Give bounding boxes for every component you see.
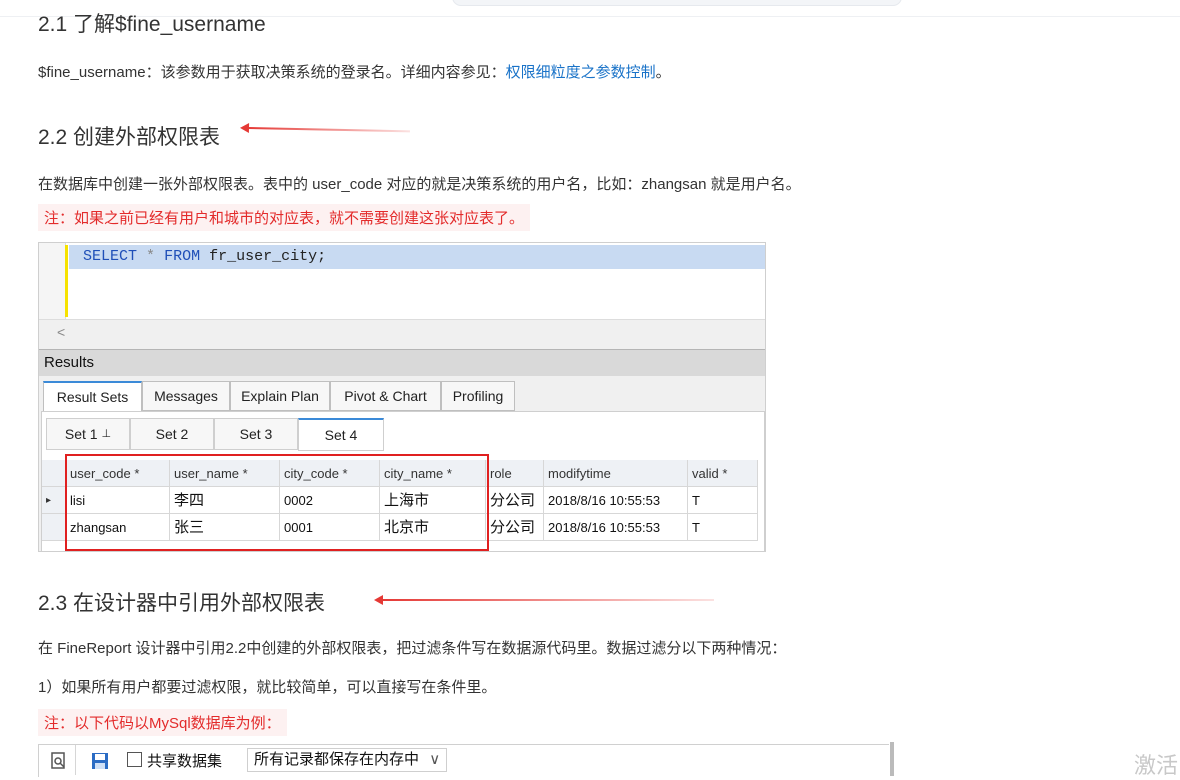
- section-21-heading: 2.1 了解$fine_username: [38, 13, 266, 36]
- red-highlight-box: [65, 454, 489, 551]
- tab-pivot-chart[interactable]: Pivot & Chart: [330, 381, 441, 411]
- table-cell[interactable]: 分公司: [486, 487, 544, 514]
- scroll-left-icon[interactable]: <: [57, 324, 65, 340]
- results-title: Results: [39, 349, 765, 376]
- sql-line[interactable]: SELECT * FROM fr_user_city;: [69, 245, 765, 269]
- sql-from-keyword: FROM: [164, 248, 201, 265]
- search-pill[interactable]: [452, 0, 902, 6]
- section-21-desc-prefix: $fine_username：该参数用于获取决策系统的登录名。详细内容参见：: [38, 64, 506, 81]
- tab-profiling[interactable]: Profiling: [441, 381, 515, 411]
- record-storage-value: 所有记录都保存在内存中: [254, 751, 420, 768]
- column-header[interactable]: role: [486, 460, 544, 487]
- tab-result-sets[interactable]: Result Sets: [43, 381, 142, 412]
- share-dataset-label: 共享数据集: [147, 753, 223, 770]
- section-23-note: 注：以下代码以MySql数据库为例：: [38, 709, 287, 736]
- sql-tool-screenshot: SELECT * FROM fr_user_city; < Results Re…: [38, 242, 766, 552]
- current-row-marker[interactable]: ▸: [42, 487, 66, 514]
- designer-toolbar: 共享数据集 所有记录都保存在内存中 ∨: [38, 744, 889, 777]
- section-23-item-1: 1）如果所有用户都要过滤权限，就比较简单，可以直接写在条件里。: [38, 679, 497, 696]
- record-storage-select[interactable]: 所有记录都保存在内存中 ∨: [247, 748, 448, 772]
- pin-icon[interactable]: ⊥: [102, 428, 112, 440]
- table-cell[interactable]: T: [688, 514, 758, 541]
- editor-gutter: [39, 243, 66, 323]
- save-icon[interactable]: [91, 752, 109, 774]
- table-cell[interactable]: 2018/8/16 10:55:53: [544, 487, 688, 514]
- section-21-desc-suffix: 。: [655, 64, 671, 81]
- activate-watermark: 激活: [1134, 753, 1179, 778]
- set-tab-1-label: Set 1: [64, 426, 98, 442]
- table-cell[interactable]: 分公司: [486, 514, 544, 541]
- chevron-down-icon[interactable]: ∨: [429, 751, 440, 768]
- row-header-corner: [42, 460, 66, 487]
- table-cell[interactable]: 2018/8/16 10:55:53: [544, 514, 688, 541]
- preview-icon[interactable]: [51, 752, 67, 774]
- row-header[interactable]: [42, 514, 66, 541]
- horizontal-scrollbar[interactable]: <: [39, 319, 765, 348]
- sql-star: *: [146, 248, 156, 265]
- section-23-heading: 2.3 在设计器中引用外部权限表: [38, 592, 326, 615]
- set-tab-2[interactable]: Set 2: [130, 418, 214, 450]
- column-header[interactable]: modifytime: [544, 460, 688, 487]
- toolbar-divider: [75, 745, 76, 775]
- set-tab-3[interactable]: Set 3: [214, 418, 298, 450]
- sql-table-name: fr_user_city;: [209, 248, 327, 265]
- tab-explain-plan[interactable]: Explain Plan: [230, 381, 330, 411]
- set-tab-4[interactable]: Set 4: [298, 418, 384, 451]
- vertical-divider: [890, 742, 894, 776]
- table-cell[interactable]: T: [688, 487, 758, 514]
- change-marker: [65, 245, 68, 317]
- section-22-desc: 在数据库中创建一张外部权限表。表中的 user_code 对应的就是决策系统的用…: [38, 176, 801, 193]
- tab-messages[interactable]: Messages: [142, 381, 230, 411]
- fine-grained-permission-link[interactable]: 权限细粒度之参数控制: [506, 64, 656, 81]
- set-tab-1[interactable]: Set 1 ⊥: [46, 418, 130, 450]
- sql-select-keyword: SELECT: [83, 248, 138, 265]
- share-dataset-checkbox[interactable]: [127, 752, 142, 767]
- red-arrow-annotation: [374, 595, 714, 605]
- section-23-desc: 在 FineReport 设计器中引用2.2中创建的外部权限表，把过滤条件写在数…: [38, 640, 787, 657]
- section-22-heading: 2.2 创建外部权限表: [38, 126, 221, 149]
- section-21-desc: $fine_username：该参数用于获取决策系统的登录名。详细内容参见：权限…: [38, 61, 671, 82]
- section-22-note: 注：如果之前已经有用户和城市的对应表，就不需要创建这张对应表了。: [38, 204, 531, 231]
- red-arrow-annotation: [247, 127, 410, 133]
- sql-editor[interactable]: SELECT * FROM fr_user_city;: [39, 243, 765, 323]
- column-header[interactable]: valid *: [688, 460, 758, 487]
